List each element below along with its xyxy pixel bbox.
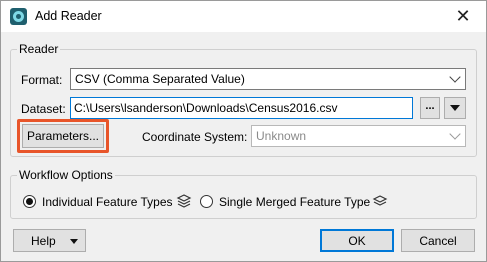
- format-value: CSV (Comma Separated Value): [75, 72, 245, 86]
- single-merged-feature-type-radio[interactable]: [200, 195, 213, 208]
- layers-icon: [176, 194, 192, 208]
- coordinate-system-dropdown[interactable]: Unknown: [251, 125, 466, 147]
- window-title: Add Reader: [35, 9, 102, 23]
- ok-label: OK: [348, 233, 366, 248]
- dropdown-arrow-icon: [450, 105, 460, 111]
- individual-feature-types-label[interactable]: Individual Feature Types: [42, 195, 173, 209]
- individual-feature-types-radio[interactable]: [23, 195, 36, 208]
- dataset-label: Dataset:: [21, 102, 66, 116]
- single-merged-feature-type-label[interactable]: Single Merged Feature Type: [219, 195, 370, 209]
- cancel-button[interactable]: Cancel: [401, 229, 475, 252]
- workflow-options-legend: Workflow Options: [17, 168, 115, 182]
- dataset-input[interactable]: C:\Users\lsanderson\Downloads\Census2016…: [70, 97, 413, 119]
- coordinate-system-label: Coordinate System:: [142, 130, 248, 144]
- chevron-down-icon: [449, 128, 461, 140]
- add-reader-dialog: Add Reader ✕ Reader Format: CSV (Comma S…: [0, 0, 487, 262]
- help-button[interactable]: Help: [13, 229, 86, 252]
- dataset-value: C:\Users\lsanderson\Downloads\Census2016…: [74, 101, 338, 115]
- ok-button[interactable]: OK: [320, 229, 394, 252]
- format-dropdown[interactable]: CSV (Comma Separated Value): [70, 68, 466, 90]
- browse-button[interactable]: ...: [420, 97, 440, 119]
- browse-label: ...: [425, 100, 435, 112]
- parameters-label: Parameters...: [26, 129, 100, 143]
- cancel-label: Cancel: [419, 233, 457, 248]
- format-label: Format:: [21, 73, 63, 87]
- parameters-button[interactable]: Parameters...: [22, 124, 104, 148]
- reader-group-legend: Reader: [17, 42, 61, 56]
- chevron-down-icon: [70, 239, 78, 244]
- help-label: Help: [31, 233, 56, 248]
- app-icon: [10, 8, 27, 25]
- close-button[interactable]: ✕: [440, 1, 486, 32]
- layers-merged-icon: [372, 195, 388, 206]
- coordinate-system-value: Unknown: [256, 129, 307, 143]
- dataset-options-button[interactable]: [444, 97, 466, 119]
- close-icon: ✕: [455, 6, 471, 27]
- chevron-down-icon: [449, 71, 461, 83]
- title-bar: Add Reader ✕: [1, 1, 486, 32]
